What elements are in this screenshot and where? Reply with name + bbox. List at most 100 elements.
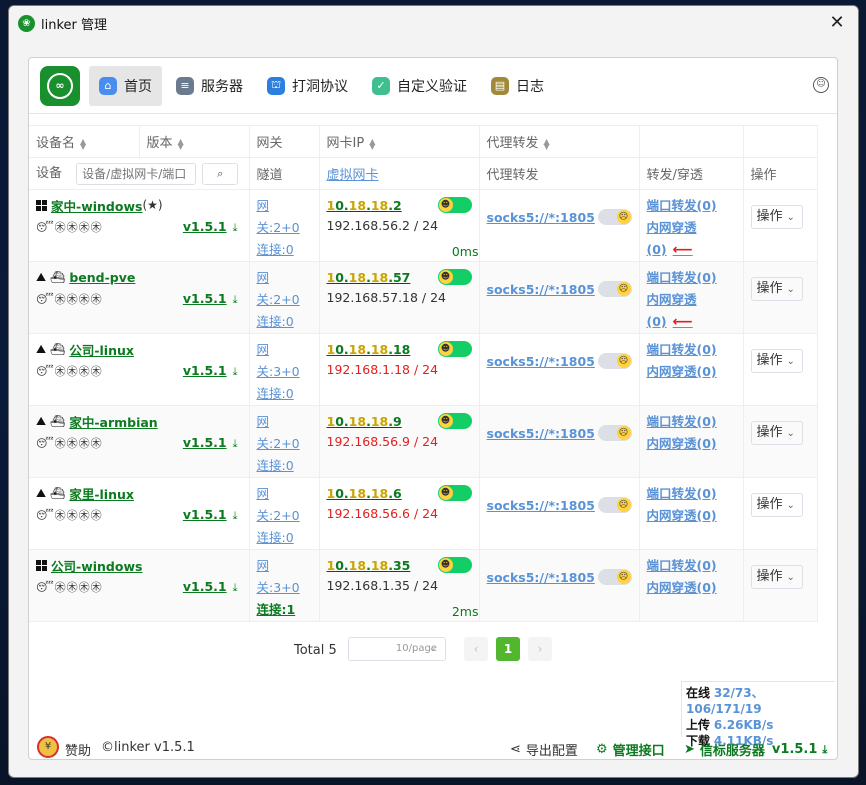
nav-item-2[interactable]: ⛫ 打洞协议 — [257, 66, 358, 106]
gateway-link[interactable]: 网关:2+0 — [257, 267, 312, 311]
theme-emoji-icon[interactable]: ☺ — [813, 77, 829, 93]
sort-icon: ▲ ▼ — [80, 136, 87, 151]
intranet-penetration-link[interactable]: 内网穿透(0) — [647, 361, 736, 383]
gateway-link[interactable]: 网关:2+0 — [257, 411, 312, 455]
operations-dropdown[interactable]: 操作 ⌄ — [750, 349, 803, 373]
connection-link[interactable]: 连接:0 — [257, 311, 312, 333]
page-size-select[interactable]: 10/page ⌄ — [348, 637, 446, 661]
nav-item-0[interactable]: ⌂ 首页 — [89, 65, 162, 106]
download-icon[interactable]: ⤓ — [233, 581, 238, 594]
signal-server-button[interactable]: ➤ 信标服务器 v1.5.1 ⤓ — [684, 740, 827, 759]
device-search-input[interactable] — [76, 162, 197, 185]
intranet-penetration-link[interactable]: 内网穿透(0) — [647, 577, 736, 599]
proxy-link[interactable]: socks5://*:1805 — [487, 354, 595, 369]
virtual-ip-link[interactable]: 10.18.18.57 — [327, 270, 411, 285]
operations-dropdown[interactable]: 操作 ⌄ — [750, 493, 803, 517]
virtual-nic-subheader[interactable]: 虚拟网卡 — [319, 157, 480, 190]
proxy-toggle[interactable]: ☹ — [597, 569, 632, 585]
proxy-toggle[interactable]: ☹ — [597, 281, 632, 297]
export-config-button[interactable]: ⋖ 导出配置 — [510, 740, 578, 759]
intranet-penetration-link[interactable]: 内网穿透(0) — [647, 505, 736, 527]
version-link[interactable]: v1.5.1 — [183, 363, 227, 378]
page-1-button[interactable]: 1 — [496, 637, 520, 661]
top-nav: ∞ ⌂ 首页 ≡ 服务器 ⛫ 打洞协议 ✓ 自定义验证 ▤ 日志 — [29, 58, 837, 114]
download-icon[interactable]: ⤓ — [233, 365, 238, 378]
docker-icon: ⛴ — [50, 414, 66, 428]
download-icon[interactable]: ⤓ — [233, 293, 238, 306]
prev-page-button[interactable]: ‹ — [464, 637, 488, 661]
proxy-toggle[interactable]: ☹ — [597, 353, 632, 369]
col-device-header[interactable]: 设备名 ▲ ▼ — [29, 125, 140, 158]
device-name-link[interactable]: 家中-windows — [51, 196, 142, 215]
col-proxy-header[interactable]: 代理转发 ▲ ▼ — [479, 125, 640, 158]
nic-toggle[interactable]: ☻ — [437, 557, 472, 573]
close-button[interactable]: ✕ — [826, 12, 848, 34]
sponsor-icon[interactable]: ¥ — [37, 736, 59, 758]
download-icon[interactable]: ⤓ — [233, 221, 238, 234]
port-forward-link[interactable]: 端口转发(0) — [647, 411, 736, 433]
device-name-link[interactable]: 家中-armbian — [69, 412, 157, 431]
port-forward-link[interactable]: 端口转发(0) — [647, 267, 736, 289]
connection-link[interactable]: 连接:0 — [257, 239, 312, 261]
intranet-penetration-link[interactable]: 内网穿透(0) — [647, 433, 736, 455]
device-name-link[interactable]: bend-pve — [69, 270, 135, 285]
sponsor-link[interactable]: 赞助 — [65, 740, 91, 759]
virtual-ip-link[interactable]: 10.18.18.6 — [327, 486, 402, 501]
version-link[interactable]: v1.5.1 — [183, 579, 227, 594]
nic-toggle[interactable]: ☻ — [437, 413, 472, 429]
operations-dropdown[interactable]: 操作 ⌄ — [750, 565, 803, 589]
device-name-link[interactable]: 公司-linux — [69, 340, 134, 359]
operations-dropdown[interactable]: 操作 ⌄ — [750, 277, 803, 301]
proxy-toggle[interactable]: ☹ — [597, 497, 632, 513]
port-forward-link[interactable]: 端口转发(0) — [647, 483, 736, 505]
gateway-link[interactable]: 网关:3+0 — [257, 339, 312, 383]
device-name-link[interactable]: 公司-windows — [51, 556, 142, 575]
proxy-link[interactable]: socks5://*:1805 — [487, 426, 595, 441]
download-icon[interactable]: ⤓ — [233, 509, 238, 522]
version-link[interactable]: v1.5.1 — [183, 219, 227, 234]
virtual-ip-link[interactable]: 10.18.18.9 — [327, 414, 402, 429]
version-link[interactable]: v1.5.1 — [183, 507, 227, 522]
proxy-link[interactable]: socks5://*:1805 — [487, 498, 595, 513]
intranet-penetration-link[interactable]: 内网穿透(0) ⟵ — [647, 217, 736, 261]
virtual-ip-link[interactable]: 10.18.18.35 — [327, 558, 411, 573]
download-icon[interactable]: ⤓ — [233, 437, 238, 450]
nav-item-4[interactable]: ▤ 日志 — [481, 66, 554, 106]
nic-toggle[interactable]: ☻ — [437, 269, 472, 285]
virtual-ip-link[interactable]: 10.18.18.2 — [327, 198, 402, 213]
port-forward-link[interactable]: 端口转发(0) — [647, 555, 736, 577]
admin-interface-button[interactable]: ⚙ 管理接口 — [596, 740, 665, 759]
nav-item-3[interactable]: ✓ 自定义验证 — [362, 66, 477, 106]
device-name-link[interactable]: 家里-linux — [69, 484, 134, 503]
intranet-penetration-link[interactable]: 内网穿透(0) ⟵ — [647, 289, 736, 333]
port-forward-link[interactable]: 端口转发(0) — [647, 339, 736, 361]
nic-toggle[interactable]: ☻ — [437, 197, 472, 213]
connection-link[interactable]: 连接:0 — [257, 455, 312, 477]
nic-toggle[interactable]: ☻ — [437, 341, 472, 357]
version-link[interactable]: v1.5.1 — [183, 435, 227, 450]
operations-dropdown[interactable]: 操作 ⌄ — [750, 205, 803, 229]
proxy-link[interactable]: socks5://*:1805 — [487, 210, 595, 225]
search-button[interactable]: ⌕ — [202, 162, 239, 185]
col-nic-ip-header[interactable]: 网卡IP ▲ ▼ — [319, 125, 480, 158]
proxy-toggle[interactable]: ☹ — [597, 209, 632, 225]
proxy-link[interactable]: socks5://*:1805 — [487, 282, 595, 297]
nic-toggle[interactable]: ☻ — [437, 485, 472, 501]
operations-dropdown[interactable]: 操作 ⌄ — [750, 421, 803, 445]
connection-link[interactable]: 连接:1 — [257, 599, 312, 621]
virtual-ip-link[interactable]: 10.18.18.18 — [327, 342, 411, 357]
gateway-link[interactable]: 网关:2+0 — [257, 195, 312, 239]
col-version-header[interactable]: 版本 ▲ ▼ — [139, 125, 250, 158]
gateway-link[interactable]: 网关:2+0 — [257, 483, 312, 527]
proxy-toggle[interactable]: ☹ — [597, 425, 632, 441]
proxy-link[interactable]: socks5://*:1805 — [487, 570, 595, 585]
lan-ip-text: 192.168.56.2 / 24 — [326, 218, 439, 233]
version-link[interactable]: v1.5.1 — [183, 291, 227, 306]
next-page-button[interactable]: › — [528, 637, 552, 661]
gateway-link[interactable]: 网关:3+0 — [257, 555, 312, 599]
sad-icon: ☹ — [616, 426, 631, 440]
nav-item-1[interactable]: ≡ 服务器 — [166, 66, 253, 106]
port-forward-link[interactable]: 端口转发(0) — [647, 195, 736, 217]
connection-link[interactable]: 连接:0 — [257, 527, 312, 549]
connection-link[interactable]: 连接:0 — [257, 383, 312, 405]
